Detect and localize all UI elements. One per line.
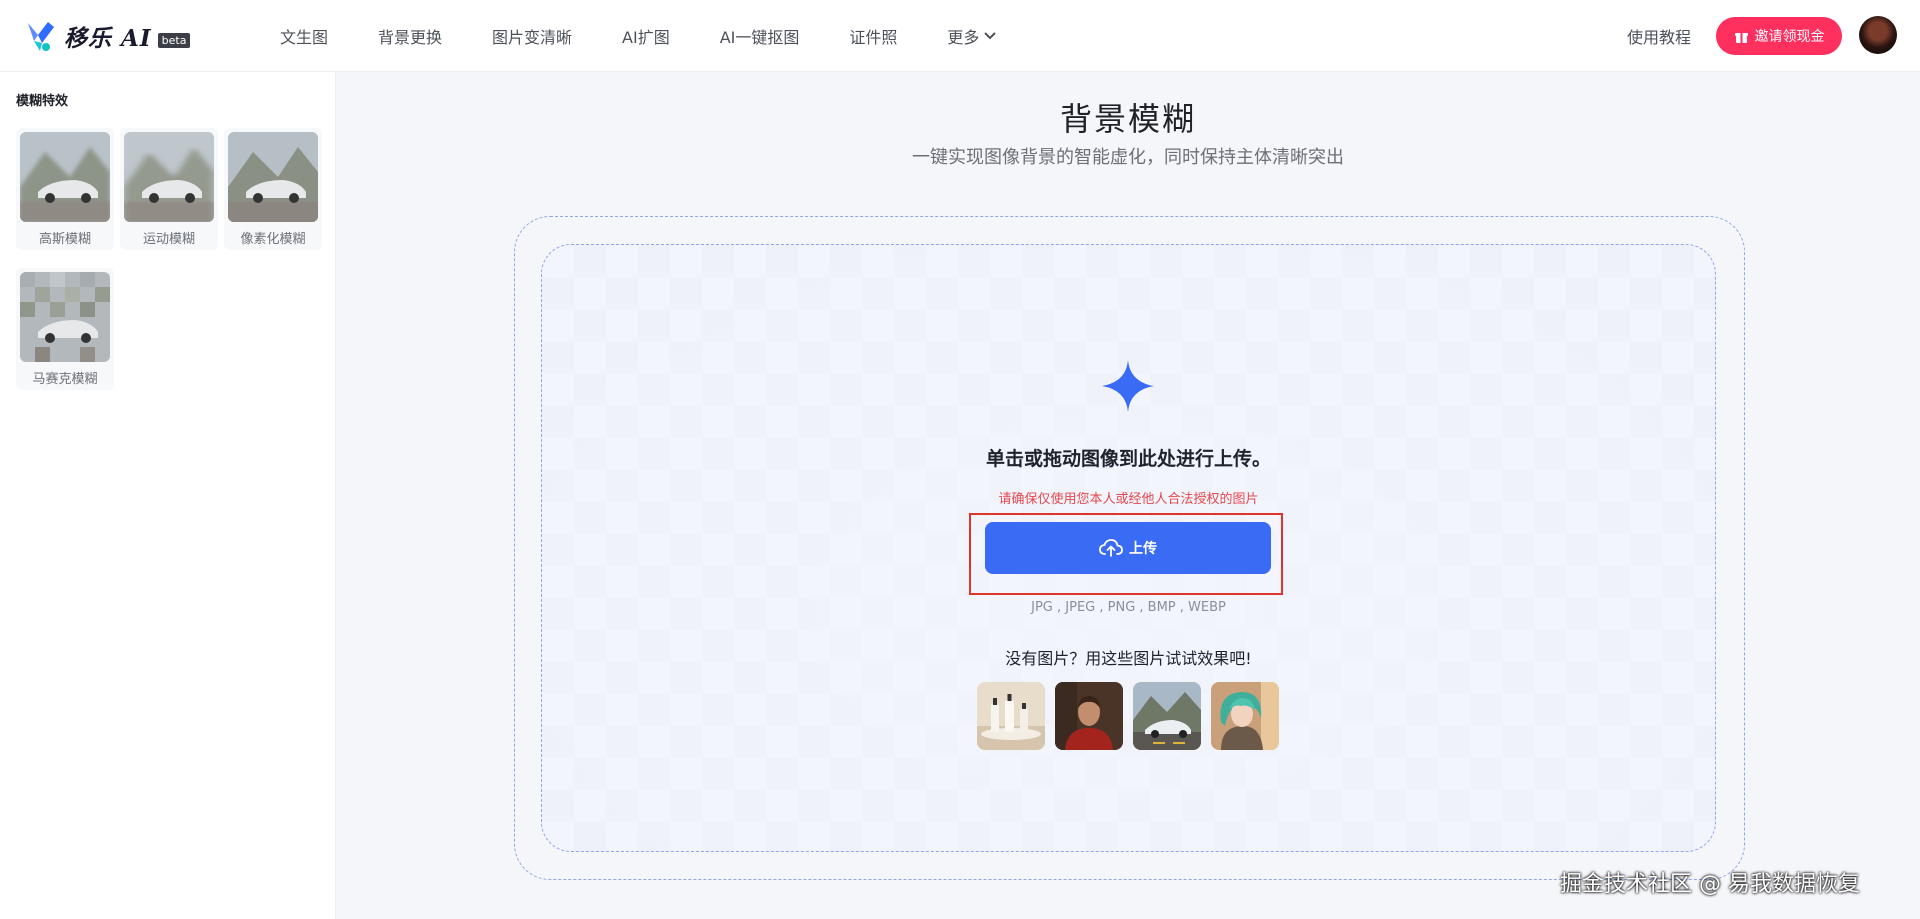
logo-icon	[28, 22, 54, 51]
effect-thumbnail	[228, 132, 318, 222]
watermark: 掘金技术社区 @ 易我数据恢复	[1560, 872, 1860, 897]
effect-label: 马赛克模糊	[32, 372, 98, 387]
sample-images	[977, 682, 1289, 750]
invite-label: 邀请领现金	[1754, 29, 1825, 45]
page-subtitle: 一键实现图像背景的智能虚化，同时保持主体清晰突出	[912, 147, 1344, 168]
nav-ai-expand[interactable]: AI扩图	[622, 24, 670, 48]
supported-formats: JPG , JPEG , PNG , BMP , WEBP	[1031, 600, 1226, 615]
legal-note: 请确保仅使用您本人或经他人合法授权的图片	[998, 492, 1259, 507]
effect-motion-blur[interactable]: 运动模糊	[120, 128, 218, 250]
effect-thumbnail	[20, 132, 110, 222]
nav-more-label: 更多	[947, 28, 980, 47]
effect-thumbnail	[20, 272, 110, 362]
drop-hint: 单击或拖动图像到此处进行上传。	[985, 448, 1271, 470]
cloud-upload-icon	[1099, 539, 1123, 557]
sample-image-anime-girl[interactable]	[1211, 682, 1279, 750]
beta-badge: beta	[157, 32, 191, 48]
effect-label: 高斯模糊	[38, 232, 91, 247]
effect-label: 运动模糊	[142, 232, 195, 247]
gift-icon	[1734, 33, 1748, 43]
sidebar: 模糊特效 高斯模糊 运动模糊 像素化模糊 马赛克模糊	[0, 72, 336, 919]
sample-image-bottles[interactable]	[977, 682, 1045, 750]
nav-image-enhance[interactable]: 图片变清晰	[492, 24, 572, 48]
nav-ai-cutout[interactable]: AI一键抠图	[720, 24, 800, 48]
chevron-down-icon	[984, 32, 997, 40]
sample-prompt: 没有图片？用这些图片试试效果吧!	[1005, 649, 1252, 668]
logo[interactable]: 移乐 AI beta	[26, 18, 191, 54]
nav-id-photo[interactable]: 证件照	[849, 24, 897, 48]
nav-text-to-image[interactable]: 文生图	[280, 24, 328, 48]
upload-button[interactable]: 上传	[985, 522, 1271, 574]
sparkle-icon	[1102, 360, 1154, 412]
sample-image-car[interactable]	[1133, 682, 1201, 750]
effect-label: 像素化模糊	[240, 232, 306, 247]
sample-image-portrait[interactable]	[1055, 682, 1123, 750]
effect-mosaic-blur[interactable]: 马赛克模糊	[16, 268, 114, 390]
page-title: 背景模糊	[1059, 100, 1196, 138]
invite-cash-button[interactable]: 邀请领现金	[1716, 17, 1842, 55]
logo-text: 移乐 AI	[64, 25, 152, 52]
effect-pixelate-blur[interactable]: 像素化模糊	[224, 128, 322, 250]
tutorial-link[interactable]: 使用教程	[1627, 24, 1691, 48]
nav-more[interactable]: 更多	[947, 24, 997, 48]
nav-background-replace[interactable]: 背景更换	[378, 24, 442, 48]
sidebar-title: 模糊特效	[16, 94, 69, 109]
upload-label: 上传	[1129, 541, 1157, 557]
effect-gaussian-blur[interactable]: 高斯模糊	[16, 128, 114, 250]
avatar[interactable]	[1859, 16, 1897, 54]
main-nav: 文生图 背景更换 图片变清晰 AI扩图 AI一键抠图 证件照 更多	[280, 0, 1047, 72]
top-nav-bar: 移乐 AI beta 文生图 背景更换 图片变清晰 AI扩图 AI一键抠图 证件…	[0, 0, 1920, 72]
effect-thumbnail	[124, 132, 214, 222]
